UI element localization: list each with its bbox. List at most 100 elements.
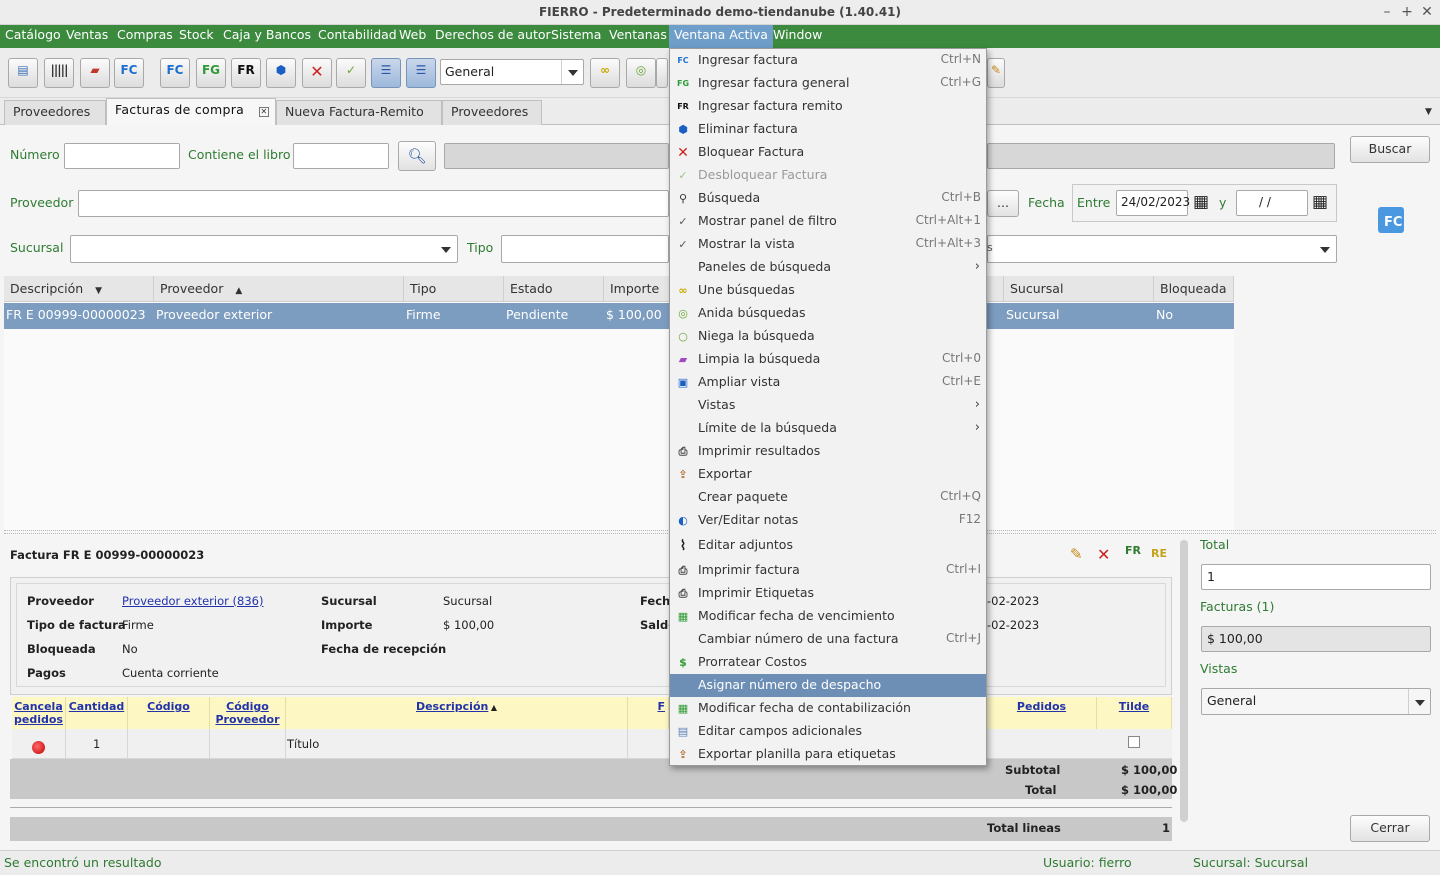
tab-nueva-factura-remito[interactable]: Nueva Factura-Remito bbox=[276, 100, 442, 125]
fc-button[interactable]: FC bbox=[114, 58, 144, 88]
truck-button[interactable]: ▰ bbox=[80, 58, 110, 88]
table-row[interactable] bbox=[12, 729, 669, 759]
table-row-ext[interactable] bbox=[987, 729, 1172, 759]
menu-stock[interactable]: Stock bbox=[174, 25, 219, 48]
close-icon[interactable]: ✕ bbox=[1418, 3, 1436, 21]
menu-item-cambiar-numero-factura[interactable]: Cambiar número de una factura Ctrl+J bbox=[670, 628, 986, 651]
edit-pencil-icon[interactable]: ✎ bbox=[1070, 545, 1083, 563]
detail-scrollbar[interactable] bbox=[1180, 540, 1188, 822]
col-descripcion[interactable]: Descripción ▼ bbox=[4, 276, 154, 302]
fecha-hasta-input[interactable]: / / bbox=[1236, 190, 1308, 216]
menu-window[interactable]: Window bbox=[768, 25, 827, 48]
menu-item-ingresar-factura[interactable]: FC Ingresar factura Ctrl+N bbox=[670, 49, 986, 72]
menu-item-une-busquedas[interactable]: ∞ Une búsquedas bbox=[670, 279, 986, 302]
menu-derechos-autor[interactable]: Derechos de autor bbox=[430, 25, 556, 48]
menu-item-limpia-busqueda[interactable]: ▰ Limpia la búsqueda Ctrl+0 bbox=[670, 348, 986, 371]
menu-item-ingresar-factura-general[interactable]: FG Ingresar factura general Ctrl+G bbox=[670, 72, 986, 95]
col-tilde[interactable]: Tilde bbox=[1097, 697, 1172, 729]
col-bloqueada[interactable]: Bloqueada bbox=[1154, 276, 1234, 302]
niega-busqueda-button[interactable] bbox=[656, 58, 668, 88]
close-tab-icon[interactable]: ✕ bbox=[259, 107, 269, 117]
numero-input[interactable] bbox=[64, 143, 180, 169]
delete-x-icon[interactable]: ✕ bbox=[1097, 545, 1110, 564]
menu-item-imprimir-factura[interactable]: ⎙ Imprimir factura Ctrl+I bbox=[670, 559, 986, 582]
fecha-desde-input[interactable]: 24/02/2023 bbox=[1116, 190, 1190, 216]
maximize-icon[interactable]: + bbox=[1398, 3, 1416, 21]
menu-ventana-activa[interactable]: Ventana Activa bbox=[669, 25, 773, 48]
proveedor-link[interactable]: Proveedor exterior (836) bbox=[122, 594, 263, 608]
menu-item-mostrar-vista[interactable]: ✓ Mostrar la vista Ctrl+Alt+3 bbox=[670, 233, 986, 256]
menu-web[interactable]: Web bbox=[394, 25, 431, 48]
menu-item-editar-campos-adicionales[interactable]: ▤ Editar campos adicionales bbox=[670, 720, 986, 743]
cancel-dot-icon[interactable] bbox=[32, 741, 45, 754]
fr-icon[interactable]: FR bbox=[1125, 544, 1141, 557]
menu-item-prorratear-costos[interactable]: $ Prorratear Costos bbox=[670, 651, 986, 674]
menu-compras[interactable]: Compras bbox=[112, 25, 178, 48]
col-descripcion-item[interactable]: Descripción ▲ bbox=[286, 697, 628, 729]
menu-item-asignar-numero-despacho[interactable]: Asignar número de despacho bbox=[670, 674, 986, 697]
col-proveedor[interactable]: Proveedor ▲ bbox=[154, 276, 404, 302]
menu-item-imprimir-etiquetas[interactable]: ⎙ Imprimir Etiquetas bbox=[670, 582, 986, 605]
menu-item-ingresar-factura-remito[interactable]: FR Ingresar factura remito bbox=[670, 95, 986, 118]
edit-button[interactable]: ✎ bbox=[987, 58, 1005, 88]
tab-proveedores-2[interactable]: Proveedores bbox=[442, 100, 542, 125]
menu-item-mostrar-panel-filtro[interactable]: ✓ Mostrar panel de filtro Ctrl+Alt+1 bbox=[670, 210, 986, 233]
menu-ventas[interactable]: Ventas bbox=[61, 25, 113, 48]
tab-facturas-compra[interactable]: Facturas de compra ✕ bbox=[106, 98, 276, 125]
menu-item-imprimir-resultados[interactable]: ⎙ Imprimir resultados bbox=[670, 440, 986, 463]
col-importe[interactable]: Importe bbox=[604, 276, 670, 302]
col-cancela-pedidos[interactable]: Cancela pedidos bbox=[12, 697, 66, 729]
proveedor-lookup-button[interactable]: ... bbox=[987, 190, 1019, 217]
estado-combo[interactable]: s bbox=[987, 235, 1337, 263]
menu-item-paneles-busqueda[interactable]: Paneles de búsqueda › bbox=[670, 256, 986, 279]
menu-caja-bancos[interactable]: Caja y Bancos bbox=[218, 25, 316, 48]
une-busquedas-button[interactable]: ∞ bbox=[590, 58, 620, 88]
menu-item-anida-busquedas[interactable]: ◎ Anida búsquedas bbox=[670, 302, 986, 325]
menu-item-busqueda[interactable]: ⚲ Búsqueda Ctrl+B bbox=[670, 187, 986, 210]
ingresar-factura-button[interactable]: FC bbox=[160, 58, 190, 88]
col-estado[interactable]: Estado bbox=[504, 276, 604, 302]
filter-panel-toggle[interactable]: ☰ bbox=[371, 58, 401, 88]
menu-item-editar-adjuntos[interactable]: ⌇ Editar adjuntos bbox=[670, 534, 986, 557]
col-pedidos[interactable]: Pedidos bbox=[987, 697, 1097, 729]
minimize-icon[interactable]: – bbox=[1378, 3, 1396, 21]
tab-list-icon[interactable]: ▼ bbox=[1425, 107, 1432, 117]
barcode-button[interactable]: ||||| bbox=[44, 58, 74, 88]
col-partial[interactable]: F bbox=[628, 697, 669, 729]
eliminar-factura-button[interactable]: ⬢ bbox=[266, 58, 296, 88]
calendar-icon[interactable]: ▦ bbox=[1312, 192, 1328, 212]
proveedor-input[interactable] bbox=[78, 190, 669, 217]
view-combo[interactable]: General bbox=[440, 59, 584, 85]
desbloquear-button[interactable]: ✓ bbox=[336, 58, 366, 88]
menu-item-ver-editar-notas[interactable]: ◐ Ver/Editar notas F12 bbox=[670, 509, 986, 532]
menu-ventanas[interactable]: Ventanas bbox=[604, 25, 672, 48]
tab-proveedores[interactable]: Proveedores bbox=[4, 100, 106, 125]
menu-item-exportar-planilla-etiquetas[interactable]: ⇪ Exportar planilla para etiquetas bbox=[670, 743, 986, 766]
menu-item-niega-busqueda[interactable]: ○ Niega la búsqueda bbox=[670, 325, 986, 348]
menu-item-vistas[interactable]: Vistas › bbox=[670, 394, 986, 417]
col-codigo-proveedor[interactable]: Código Proveedor bbox=[210, 697, 286, 729]
menu-item-eliminar-factura[interactable]: ⬢ Eliminar factura bbox=[670, 118, 986, 141]
menu-sistema[interactable]: Sistema bbox=[546, 25, 606, 48]
col-cantidad[interactable]: Cantidad bbox=[66, 697, 128, 729]
search-libro-button[interactable]: 🔍︎ bbox=[398, 141, 436, 171]
buscar-button[interactable]: Buscar bbox=[1350, 136, 1430, 163]
sucursal-combo[interactable] bbox=[70, 235, 458, 263]
cerrar-button[interactable]: Cerrar bbox=[1350, 815, 1430, 842]
tipo-combo[interactable] bbox=[501, 235, 669, 263]
bloquear-button[interactable]: ✕ bbox=[302, 58, 332, 88]
menu-catalogo[interactable]: Catálogo bbox=[0, 25, 66, 48]
menu-item-modificar-fecha-contabilizacion[interactable]: ▦ Modificar fecha de contabilización bbox=[670, 697, 986, 720]
re-icon[interactable]: RE bbox=[1151, 547, 1167, 560]
menu-item-limite-busqueda[interactable]: Límite de la búsqueda › bbox=[670, 417, 986, 440]
menu-contabilidad[interactable]: Contabilidad bbox=[313, 25, 402, 48]
tilde-checkbox[interactable] bbox=[1128, 736, 1140, 748]
vistas-combo[interactable]: General bbox=[1201, 688, 1431, 715]
menu-item-bloquear-factura[interactable]: ✕ Bloquear Factura bbox=[670, 141, 986, 164]
ingresar-factura-remito-button[interactable]: FR bbox=[231, 58, 261, 88]
col-codigo[interactable]: Código bbox=[128, 697, 210, 729]
menu-item-exportar[interactable]: ⇪ Exportar bbox=[670, 463, 986, 486]
calendar-icon[interactable]: ▦ bbox=[1193, 192, 1209, 212]
col-sucursal[interactable]: Sucursal bbox=[1004, 276, 1154, 302]
menu-item-crear-paquete[interactable]: Crear paquete Ctrl+Q bbox=[670, 486, 986, 509]
